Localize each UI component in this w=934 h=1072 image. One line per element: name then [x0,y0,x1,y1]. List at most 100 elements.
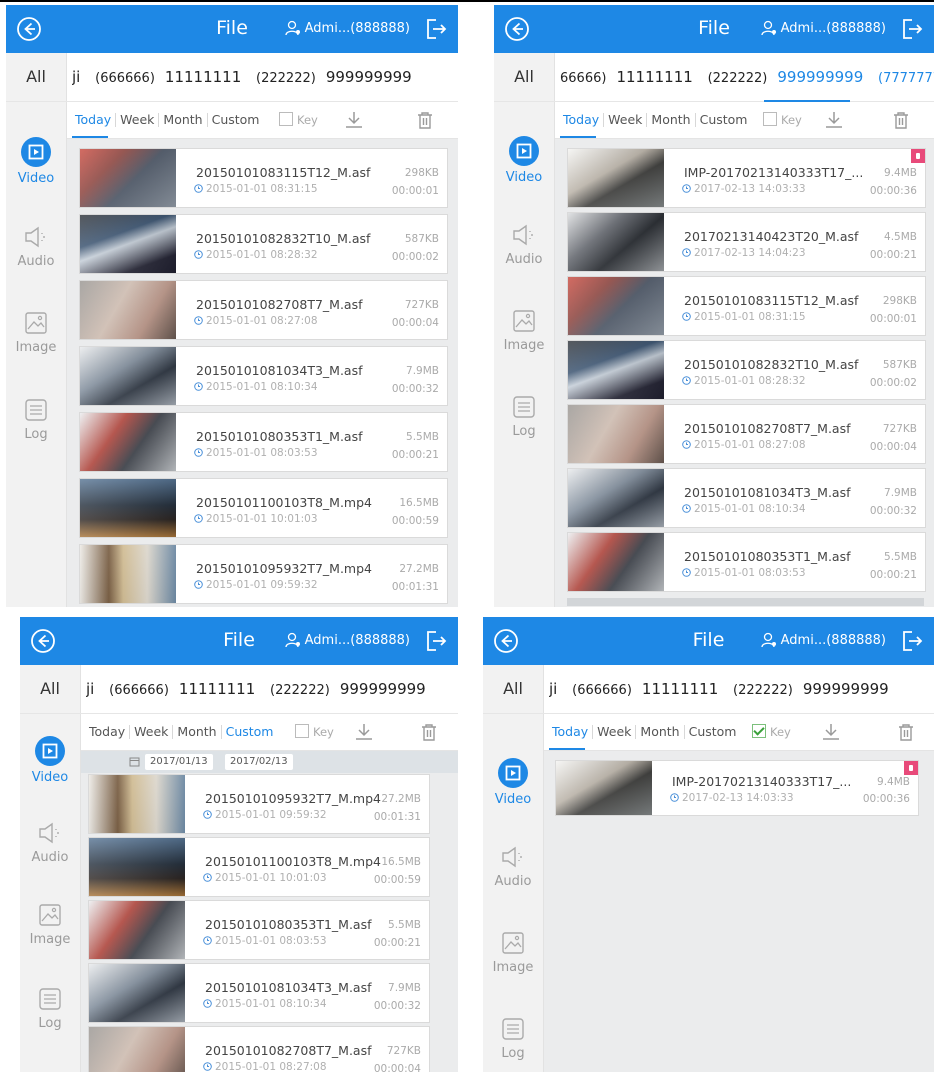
key-checkbox[interactable] [295,724,309,738]
channel-all-tab[interactable]: All [483,665,544,713]
file-card[interactable]: 20150101082708T7_M.asf 2015-01-01 08:27:… [567,404,926,464]
sidebar-item-log[interactable]: Log [20,986,80,1031]
download-icon[interactable] [820,721,842,743]
key-filter[interactable]: Key [763,112,802,127]
sidebar-item-image[interactable]: Image [483,930,543,975]
file-card[interactable]: 20150101080353T1_M.asf 2015-01-01 08:03:… [79,412,448,472]
file-card[interactable]: 20150101100103T8_M.mp4 2015-01-01 10:01:… [88,837,430,897]
logout-icon[interactable] [900,17,924,41]
sidebar-item-audio[interactable]: Audio [483,844,543,889]
clock-icon [194,250,203,259]
tab-custom[interactable]: Custom [696,113,752,127]
user-account[interactable]: Admi...(888888) [760,632,886,648]
tab-custom[interactable]: Custom [685,725,741,739]
file-card[interactable]: 20150101081034T3_M.asf 2015-01-01 08:10:… [567,468,926,528]
file-card[interactable]: 20150101082832T10_M.asf 2015-01-01 08:28… [79,214,448,274]
key-checkbox[interactable] [279,112,293,126]
sidebar-item-audio[interactable]: Audio [6,224,66,269]
sidebar-item-log[interactable]: Log [494,394,554,439]
sidebar-item-audio[interactable]: Audio [20,820,80,865]
channel-item[interactable]: 11111111 [165,68,241,86]
channel-item[interactable]: 11111111 [642,680,718,698]
date-from-field[interactable]: 2017/01/13 [145,754,213,770]
download-icon[interactable] [343,109,365,131]
channel-item[interactable]: 999999999 [326,68,412,86]
channel-item-ji[interactable]: ji [549,680,557,698]
tab-month[interactable]: Month [159,113,208,127]
file-card[interactable]: 20150101095932T7_M.mp4 2015-01-01 09:59:… [79,544,448,604]
sidebar-item-video[interactable]: Video [483,758,543,807]
sidebar-item-image[interactable]: Image [6,310,66,355]
tab-today[interactable]: Today [71,113,117,127]
file-card[interactable]: IMP-20170213140333T17_... 2017-02-13 14:… [567,148,926,208]
key-filter[interactable]: Key [295,724,334,739]
file-card[interactable]: 20150101080353T1_M.asf 2015-01-01 08:03:… [567,532,926,592]
tab-month[interactable]: Month [173,725,222,739]
download-icon[interactable] [823,109,845,131]
file-card[interactable]: 20150101100103T8_M.mp4 2015-01-01 10:01:… [79,478,448,538]
tab-month[interactable]: Month [647,113,696,127]
logout-icon[interactable] [424,17,448,41]
tab-today[interactable]: Today [85,725,131,739]
channel-item[interactable]: 11111111 [616,68,692,86]
file-card[interactable]: 20150101095932T7_M.mp4 2015-01-01 09:59:… [88,774,430,834]
date-to-field[interactable]: 2017/02/13 [225,754,293,770]
channel-item-selected[interactable]: 999999999 [777,68,863,86]
logout-icon[interactable] [424,629,448,653]
file-size: 298KB [404,167,439,179]
trash-icon[interactable] [890,109,912,131]
sidebar-item-image[interactable]: Image [20,902,80,947]
tab-custom[interactable]: Custom [208,113,264,127]
key-filter[interactable]: Key [279,112,318,127]
channel-all-tab[interactable]: All [6,53,67,101]
tab-today[interactable]: Today [559,113,605,127]
tab-today[interactable]: Today [548,725,594,739]
file-card[interactable]: 20170213140423T20_M.asf 2017-02-13 14:04… [567,212,926,272]
tab-custom[interactable]: Custom [222,725,278,739]
trash-icon[interactable] [418,721,440,743]
clock-icon [682,568,691,577]
channel-item[interactable]: 11111111 [179,680,255,698]
key-checkbox-checked[interactable] [752,724,766,738]
file-card[interactable]: 20150101082832T10_M.asf 2015-01-01 08:28… [567,340,926,400]
filter-bar: Today Week Month Custom Key [555,102,934,139]
tab-week[interactable]: Week [116,113,160,127]
logout-icon[interactable] [900,629,924,653]
trash-icon[interactable] [895,721,917,743]
file-card[interactable]: 20150101083115T12_M.asf 2015-01-01 08:31… [79,148,448,208]
sidebar-label: Video [17,171,55,186]
tab-week[interactable]: Week [593,725,637,739]
channel-all-tab[interactable]: All [20,665,81,713]
file-card[interactable]: 20150101082708T7_M.asf 2015-01-01 08:27:… [88,1026,430,1072]
key-checkbox[interactable] [763,112,777,126]
sidebar-item-video[interactable]: Video [20,736,80,785]
file-card[interactable]: 20150101083115T12_M.asf 2015-01-01 08:31… [567,276,926,336]
tab-month[interactable]: Month [636,725,685,739]
user-account[interactable]: Admi...(888888) [284,632,410,648]
file-card[interactable]: 20150101082708T7_M.asf 2015-01-01 08:27:… [79,280,448,340]
sidebar-item-video[interactable]: Video [6,137,66,186]
key-filter[interactable]: Key [752,724,791,739]
file-card[interactable]: IMP-20170213140333T17_... 2017-02-13 14:… [555,760,919,816]
channel-item[interactable]: 999999999 [803,680,889,698]
sidebar-item-video[interactable]: Video [494,136,554,185]
channel-item-ji[interactable]: ji [86,680,94,698]
channel-item[interactable]: 999999999 [340,680,426,698]
user-account[interactable]: Admi...(888888) [284,20,410,36]
sidebar-item-image[interactable]: Image [494,308,554,353]
file-card[interactable]: 20150101080353T1_M.asf 2015-01-01 08:03:… [88,900,430,960]
sidebar-item-log[interactable]: Log [483,1016,543,1061]
channel-item-ji[interactable]: ji [72,68,80,86]
download-icon[interactable] [353,721,375,743]
channel-id[interactable]: (7777777 [878,71,934,86]
channel-all-tab[interactable]: All [494,53,555,101]
file-card[interactable]: 20150101081034T3_M.asf 2015-01-01 08:10:… [88,963,430,1023]
user-account[interactable]: Admi...(888888) [760,20,886,36]
tab-week[interactable]: Week [604,113,648,127]
trash-icon[interactable] [414,109,436,131]
sidebar-item-log[interactable]: Log [6,397,66,442]
clock-icon [194,448,203,457]
sidebar-item-audio[interactable]: Audio [494,222,554,267]
file-card[interactable]: 20150101081034T3_M.asf 2015-01-01 08:10:… [79,346,448,406]
tab-week[interactable]: Week [130,725,174,739]
